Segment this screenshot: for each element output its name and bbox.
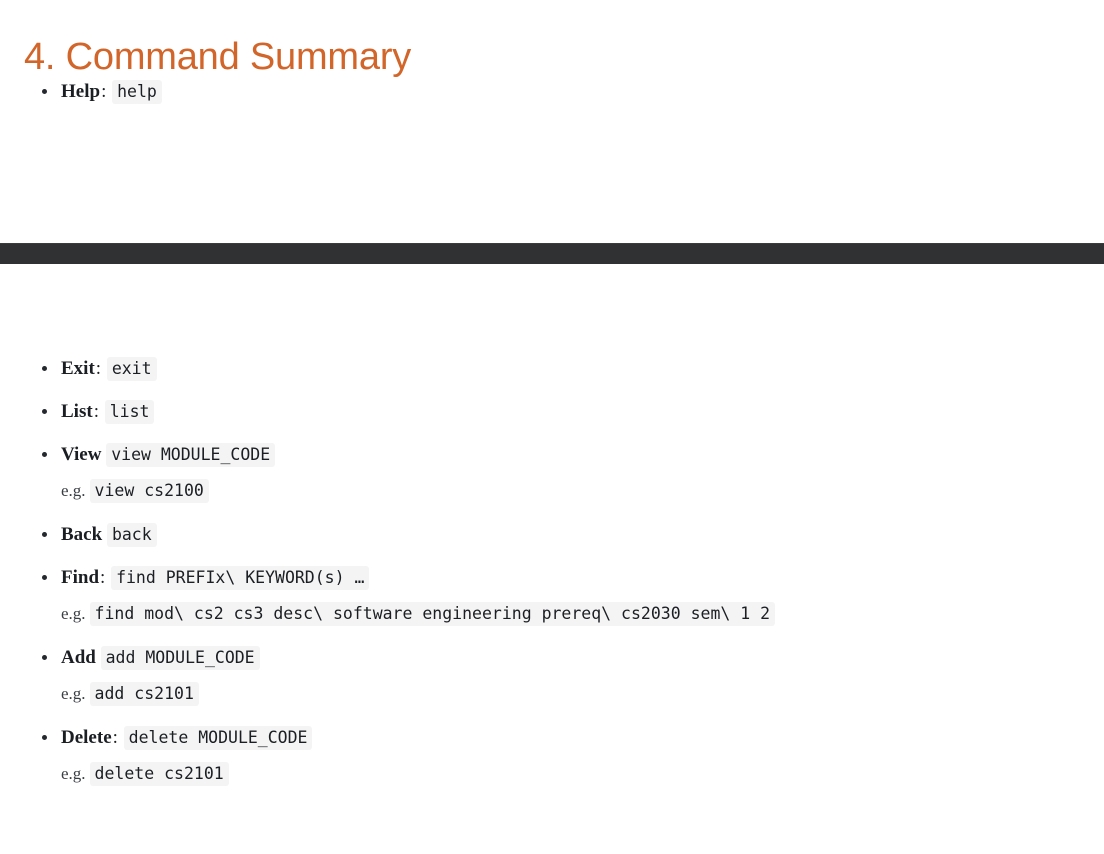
example-prefix: e.g. <box>61 684 86 703</box>
example-code: view cs2100 <box>89 479 209 503</box>
command-code: help <box>112 80 162 104</box>
command-label: Delete <box>61 727 112 748</box>
command-code: view MODULE_CODE <box>106 443 276 467</box>
command-separator: : <box>100 567 106 588</box>
command-code: exit <box>106 357 157 381</box>
command-code: find PREFIx\ KEYWORD(s) … <box>111 566 370 590</box>
command-line: List: list <box>61 398 1104 425</box>
list-item: List: list <box>0 398 1104 425</box>
example-prefix: e.g. <box>61 481 86 500</box>
example-code: delete cs2101 <box>89 762 229 786</box>
example-code: find mod\ cs2 cs3 desc\ software enginee… <box>89 602 776 626</box>
command-label: Help <box>61 81 101 102</box>
command-list-top: Help: help <box>0 78 1104 121</box>
command-code: delete MODULE_CODE <box>123 726 313 750</box>
command-line: Help: help <box>61 78 1104 105</box>
command-example: e.g. add cs2101 <box>61 680 1104 708</box>
command-example: e.g. find mod\ cs2 cs3 desc\ software eng… <box>61 600 1104 628</box>
page-title: 4. Command Summary <box>24 36 412 79</box>
command-label: Exit <box>61 358 95 379</box>
list-item: Find: find PREFIx\ KEYWORD(s) … e.g. find… <box>0 564 1104 628</box>
command-line: Delete: delete MODULE_CODE <box>61 724 1104 751</box>
command-label: Add <box>61 647 96 668</box>
command-example: e.g. view cs2100 <box>61 477 1104 505</box>
command-separator: : <box>101 81 107 102</box>
example-code: add cs2101 <box>89 682 199 706</box>
list-item: Exit: exit <box>0 355 1104 382</box>
command-line: Find: find PREFIx\ KEYWORD(s) … <box>61 564 1104 591</box>
list-item: Add add MODULE_CODE e.g. add cs2101 <box>0 644 1104 708</box>
command-separator: : <box>93 401 99 422</box>
command-code: add MODULE_CODE <box>100 646 260 670</box>
command-summary-page: { "heading": "4. Command Summary", "colo… <box>0 0 1104 854</box>
example-prefix: e.g. <box>61 764 86 783</box>
command-list-main: Exit: exit List: list View view MODULE_C… <box>0 355 1104 804</box>
command-label: Find <box>61 567 100 588</box>
command-line: View view MODULE_CODE <box>61 441 1104 468</box>
command-code: back <box>106 523 157 547</box>
command-label: List <box>61 401 93 422</box>
list-item: Delete: delete MODULE_CODE e.g. delete cs… <box>0 724 1104 788</box>
command-example: e.g. delete cs2101 <box>61 760 1104 788</box>
example-prefix: e.g. <box>61 604 86 623</box>
command-label: View <box>61 444 102 465</box>
list-item: Help: help <box>0 78 1104 105</box>
command-code: list <box>104 400 155 424</box>
command-line: Add add MODULE_CODE <box>61 644 1104 671</box>
command-line: Exit: exit <box>61 355 1104 382</box>
command-separator: : <box>95 358 102 379</box>
command-separator: : <box>112 727 118 748</box>
command-line: Back back <box>61 521 1104 548</box>
list-item: Back back <box>0 521 1104 548</box>
list-item: View view MODULE_CODE e.g. view cs2100 <box>0 441 1104 505</box>
command-label: Back <box>61 524 103 545</box>
dark-separator-band <box>0 243 1104 264</box>
